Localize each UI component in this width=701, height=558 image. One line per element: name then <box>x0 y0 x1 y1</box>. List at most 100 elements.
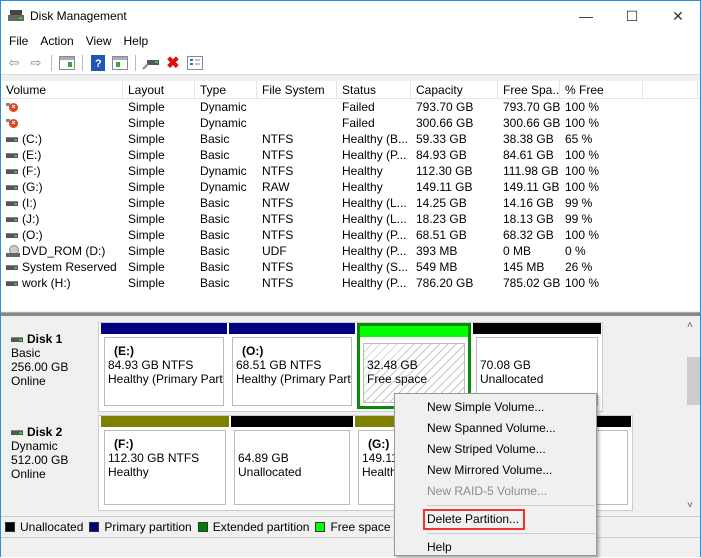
volume-list: Volume Layout Type File System Status Ca… <box>1 81 700 311</box>
cell-status: Healthy (P... <box>342 228 407 242</box>
cell-free-space: 84.61 GB <box>503 148 554 162</box>
volume-row[interactable]: work (H:) Simple Basic NTFS Healthy (P... 786… <box>1 275 700 291</box>
cell-free-space: 14.16 GB <box>503 196 554 210</box>
cell-file-system: NTFS <box>262 212 294 226</box>
volume-row[interactable]: System Reserved Simple Basic NTFS Healthy (S… <box>1 259 700 275</box>
maximize-button[interactable]: ☐ <box>609 1 655 31</box>
menu-item-new-striped-volume[interactable]: New Striped Volume... <box>395 439 596 460</box>
cell-percent-free: 100 % <box>565 100 600 114</box>
volume-row[interactable]: (G:) Simple Dynamic RAW Healthy 149.11 GB 149.… <box>1 179 700 195</box>
cell-file-system: NTFS <box>262 164 294 178</box>
cell-file-system <box>257 115 337 131</box>
partition-size: 84.93 GB NTFS <box>108 358 194 372</box>
show-hide-action-pane-icon[interactable] <box>111 54 129 72</box>
cell-layout: Simple <box>128 180 165 194</box>
column-header-file-system[interactable]: File System <box>257 81 337 98</box>
failed-volume-icon: × <box>6 102 18 112</box>
help-icon[interactable]: ? <box>89 54 107 72</box>
cell-free-space: 149.11 GB <box>503 180 560 194</box>
cell-volume: (J:) <box>1 211 123 227</box>
volume-name: System Reserved <box>22 260 117 274</box>
cell-status: Healthy (L... <box>342 212 407 226</box>
menu-item-delete-partition[interactable]: Delete Partition... <box>395 509 596 530</box>
cell-file-system: RAW <box>262 180 290 194</box>
partition-o[interactable]: (O:) 68.51 GB NTFS Healthy (Primary Partit <box>229 323 355 409</box>
menu-action[interactable]: Action <box>34 34 79 48</box>
volume-row[interactable]: (J:) Simple Basic NTFS Healthy (L... 18.23 GB… <box>1 211 700 227</box>
partition-color-bar <box>101 416 229 427</box>
menu-item-new-mirrored-volume[interactable]: New Mirrored Volume... <box>395 460 596 481</box>
disk-2-label[interactable]: Disk 2 Dynamic 512.00 GB Online <box>5 415 97 511</box>
legend-label: Primary partition <box>104 519 192 534</box>
cell-layout: Simple <box>128 116 165 130</box>
partition-color-bar <box>101 323 227 334</box>
partition-unallocated[interactable]: 64.89 GB Unallocated <box>231 416 353 508</box>
volume-row[interactable]: (F:) Simple Dynamic NTFS Healthy 112.30 GB 111… <box>1 163 700 179</box>
cell-percent-free: 100 % <box>565 164 600 178</box>
menu-view[interactable]: View <box>80 34 118 48</box>
cell-percent-free: 100 % <box>565 116 600 130</box>
cell-type: Basic <box>200 212 230 226</box>
cell-file-system: NTFS <box>262 260 294 274</box>
partition-e[interactable]: (E:) 84.93 GB NTFS Healthy (Primary Partit <box>101 323 227 409</box>
partition-size: 64.89 GB <box>238 451 289 465</box>
cell-volume: (G:) <box>1 179 123 195</box>
volume-row[interactable]: × Simple Dynamic Failed 793.70 GB 793.70 GB 10… <box>1 99 700 115</box>
menu-help[interactable]: Help <box>118 34 155 48</box>
volume-row[interactable]: × Simple Dynamic Failed 300.66 GB 300.66 GB 10… <box>1 115 700 131</box>
volume-row[interactable]: (E:) Simple Basic NTFS Healthy (P... 84.93 GB… <box>1 147 700 163</box>
cell-file-system: NTFS <box>262 148 294 162</box>
cell-layout: Simple <box>128 276 165 290</box>
partition-status: Healthy <box>108 465 149 479</box>
properties-icon[interactable] <box>186 54 204 72</box>
scroll-down-icon[interactable]: ˅ <box>687 500 693 511</box>
delete-icon[interactable]: ✖ <box>164 54 182 72</box>
menu-item-help[interactable]: Help <box>395 537 596 558</box>
volume-row[interactable]: (I:) Simple Basic NTFS Healthy (L... 14.25 GB… <box>1 195 700 211</box>
back-arrow-icon[interactable]: ⇦ <box>5 54 23 72</box>
delete-partition-highlight[interactable]: Delete Partition... <box>423 509 526 530</box>
column-header-type[interactable]: Type <box>195 81 257 98</box>
scroll-up-icon[interactable]: ˄ <box>687 320 693 331</box>
menu-item-new-simple-volume[interactable]: New Simple Volume... <box>395 397 596 418</box>
partition-size: 112.30 GB NTFS <box>108 451 200 465</box>
graph-scrollbar[interactable]: ˄ ˅ <box>683 316 700 516</box>
column-header-capacity[interactable]: Capacity <box>411 81 498 98</box>
disk-1-label[interactable]: Disk 1 Basic 256.00 GB Online <box>5 322 97 410</box>
column-header-percent-free[interactable]: % Free <box>560 81 643 98</box>
show-hide-console-tree-icon[interactable] <box>58 54 76 72</box>
disk-size: 512.00 GB <box>11 453 69 467</box>
forward-arrow-icon[interactable]: ⇨ <box>27 54 45 72</box>
toolbar-separator <box>82 54 83 71</box>
column-header-free-space[interactable]: Free Spa... <box>498 81 560 98</box>
volume-name: (J:) <box>22 212 40 226</box>
minimize-button[interactable]: — <box>563 1 609 31</box>
cell-volume: × <box>1 99 123 115</box>
menu-item-new-spanned-volume[interactable]: New Spanned Volume... <box>395 418 596 439</box>
cell-free-space: 300.66 GB <box>503 116 560 130</box>
cell-type: Basic <box>200 148 230 162</box>
close-button[interactable]: ✕ <box>655 1 701 31</box>
scroll-thumb[interactable] <box>687 357 700 405</box>
disk-management-window: Disk Management — ☐ ✕ File Action View H… <box>0 0 701 557</box>
cell-type: Basic <box>200 228 230 242</box>
column-header-status[interactable]: Status <box>337 81 411 98</box>
volume-row[interactable]: (C:) Simple Basic NTFS Healthy (B... 59.33 GB… <box>1 131 700 147</box>
column-header-volume[interactable]: Volume <box>1 81 123 98</box>
menu-file[interactable]: File <box>3 34 34 48</box>
connect-virtual-disk-icon[interactable] <box>142 54 160 72</box>
volume-row[interactable]: DVD_ROM (D:) Simple Basic UDF Healthy (P... 3… <box>1 243 700 259</box>
disk-size: 256.00 GB <box>11 360 69 374</box>
cell-layout: Simple <box>128 132 165 146</box>
cell-type: Dynamic <box>200 180 247 194</box>
volume-row[interactable]: (O:) Simple Basic NTFS Healthy (P... 68.51 GB… <box>1 227 700 243</box>
cell-free-space: 793.70 GB <box>503 100 560 114</box>
disk-name: Disk 2 <box>27 425 63 439</box>
cell-type: Dynamic <box>200 164 247 178</box>
column-header-layout[interactable]: Layout <box>123 81 195 98</box>
cell-percent-free: 0 % <box>565 244 586 258</box>
legend-swatch-free <box>315 521 326 532</box>
partition-color-bar <box>231 416 353 427</box>
partition-label: (E:) <box>114 344 134 358</box>
partition-f[interactable]: (F:) 112.30 GB NTFS Healthy <box>101 416 229 508</box>
